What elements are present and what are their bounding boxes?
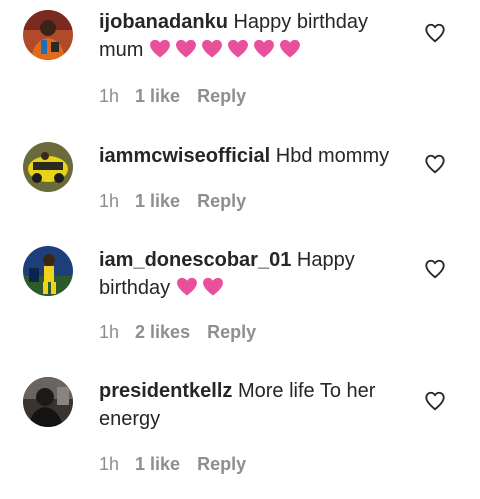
heart-outline-icon[interactable] — [424, 153, 446, 175]
reply-button[interactable]: Reply — [197, 86, 246, 106]
reply-button[interactable]: Reply — [197, 454, 246, 474]
pink-heart-icon — [176, 277, 197, 296]
avatar[interactable] — [23, 142, 73, 192]
reply-button[interactable]: Reply — [207, 322, 256, 342]
heart-emojis — [176, 276, 228, 304]
comment-username[interactable]: iammcwiseofficial — [99, 145, 270, 167]
comment-time: 1h — [99, 322, 120, 342]
avatar[interactable] — [23, 246, 73, 296]
comment-meta: 1h 1 like Reply — [99, 190, 246, 212]
comment-body: iammcwiseofficial Hbd mommy — [99, 142, 399, 170]
comment-time: 1h — [99, 86, 120, 106]
comment-likes[interactable]: 1 like — [135, 454, 180, 474]
pink-heart-icon — [280, 39, 300, 58]
comment-likes[interactable]: 1 like — [135, 191, 180, 211]
pink-heart-icon — [176, 39, 196, 58]
comment-text: Hbd mommy — [275, 145, 390, 167]
pink-heart-icon — [202, 39, 222, 58]
pink-heart-icon — [254, 39, 274, 58]
heart-emojis — [149, 38, 305, 66]
comment-username[interactable]: iam_donescobar_01 — [99, 249, 291, 271]
comment-body: ijobanadanku Happy birthday mum — [99, 8, 399, 66]
heart-outline-icon[interactable] — [424, 258, 446, 280]
comment-username[interactable]: ijobanadanku — [99, 11, 228, 33]
avatar[interactable] — [23, 377, 73, 427]
comment-body: presidentkellz More life To her energy — [99, 377, 399, 433]
comment-likes[interactable]: 2 likes — [135, 322, 190, 342]
heart-outline-icon[interactable] — [424, 390, 446, 412]
comment-body: iam_donescobar_01 Happy birthday — [99, 246, 399, 304]
heart-outline-icon[interactable] — [424, 22, 446, 44]
comment-time: 1h — [99, 191, 120, 211]
pink-heart-icon — [228, 39, 248, 58]
comment-meta: 1h 1 like Reply — [99, 453, 246, 475]
reply-button[interactable]: Reply — [197, 191, 246, 211]
comment-meta: 1h 1 like Reply — [99, 85, 246, 107]
comment-time: 1h — [99, 454, 120, 474]
pink-heart-icon — [202, 277, 223, 296]
comment-meta: 1h 2 likes Reply — [99, 321, 256, 343]
comment-likes[interactable]: 1 like — [135, 86, 180, 106]
avatar[interactable] — [23, 10, 73, 60]
comment-username[interactable]: presidentkellz — [99, 380, 232, 402]
pink-heart-icon — [150, 39, 170, 58]
